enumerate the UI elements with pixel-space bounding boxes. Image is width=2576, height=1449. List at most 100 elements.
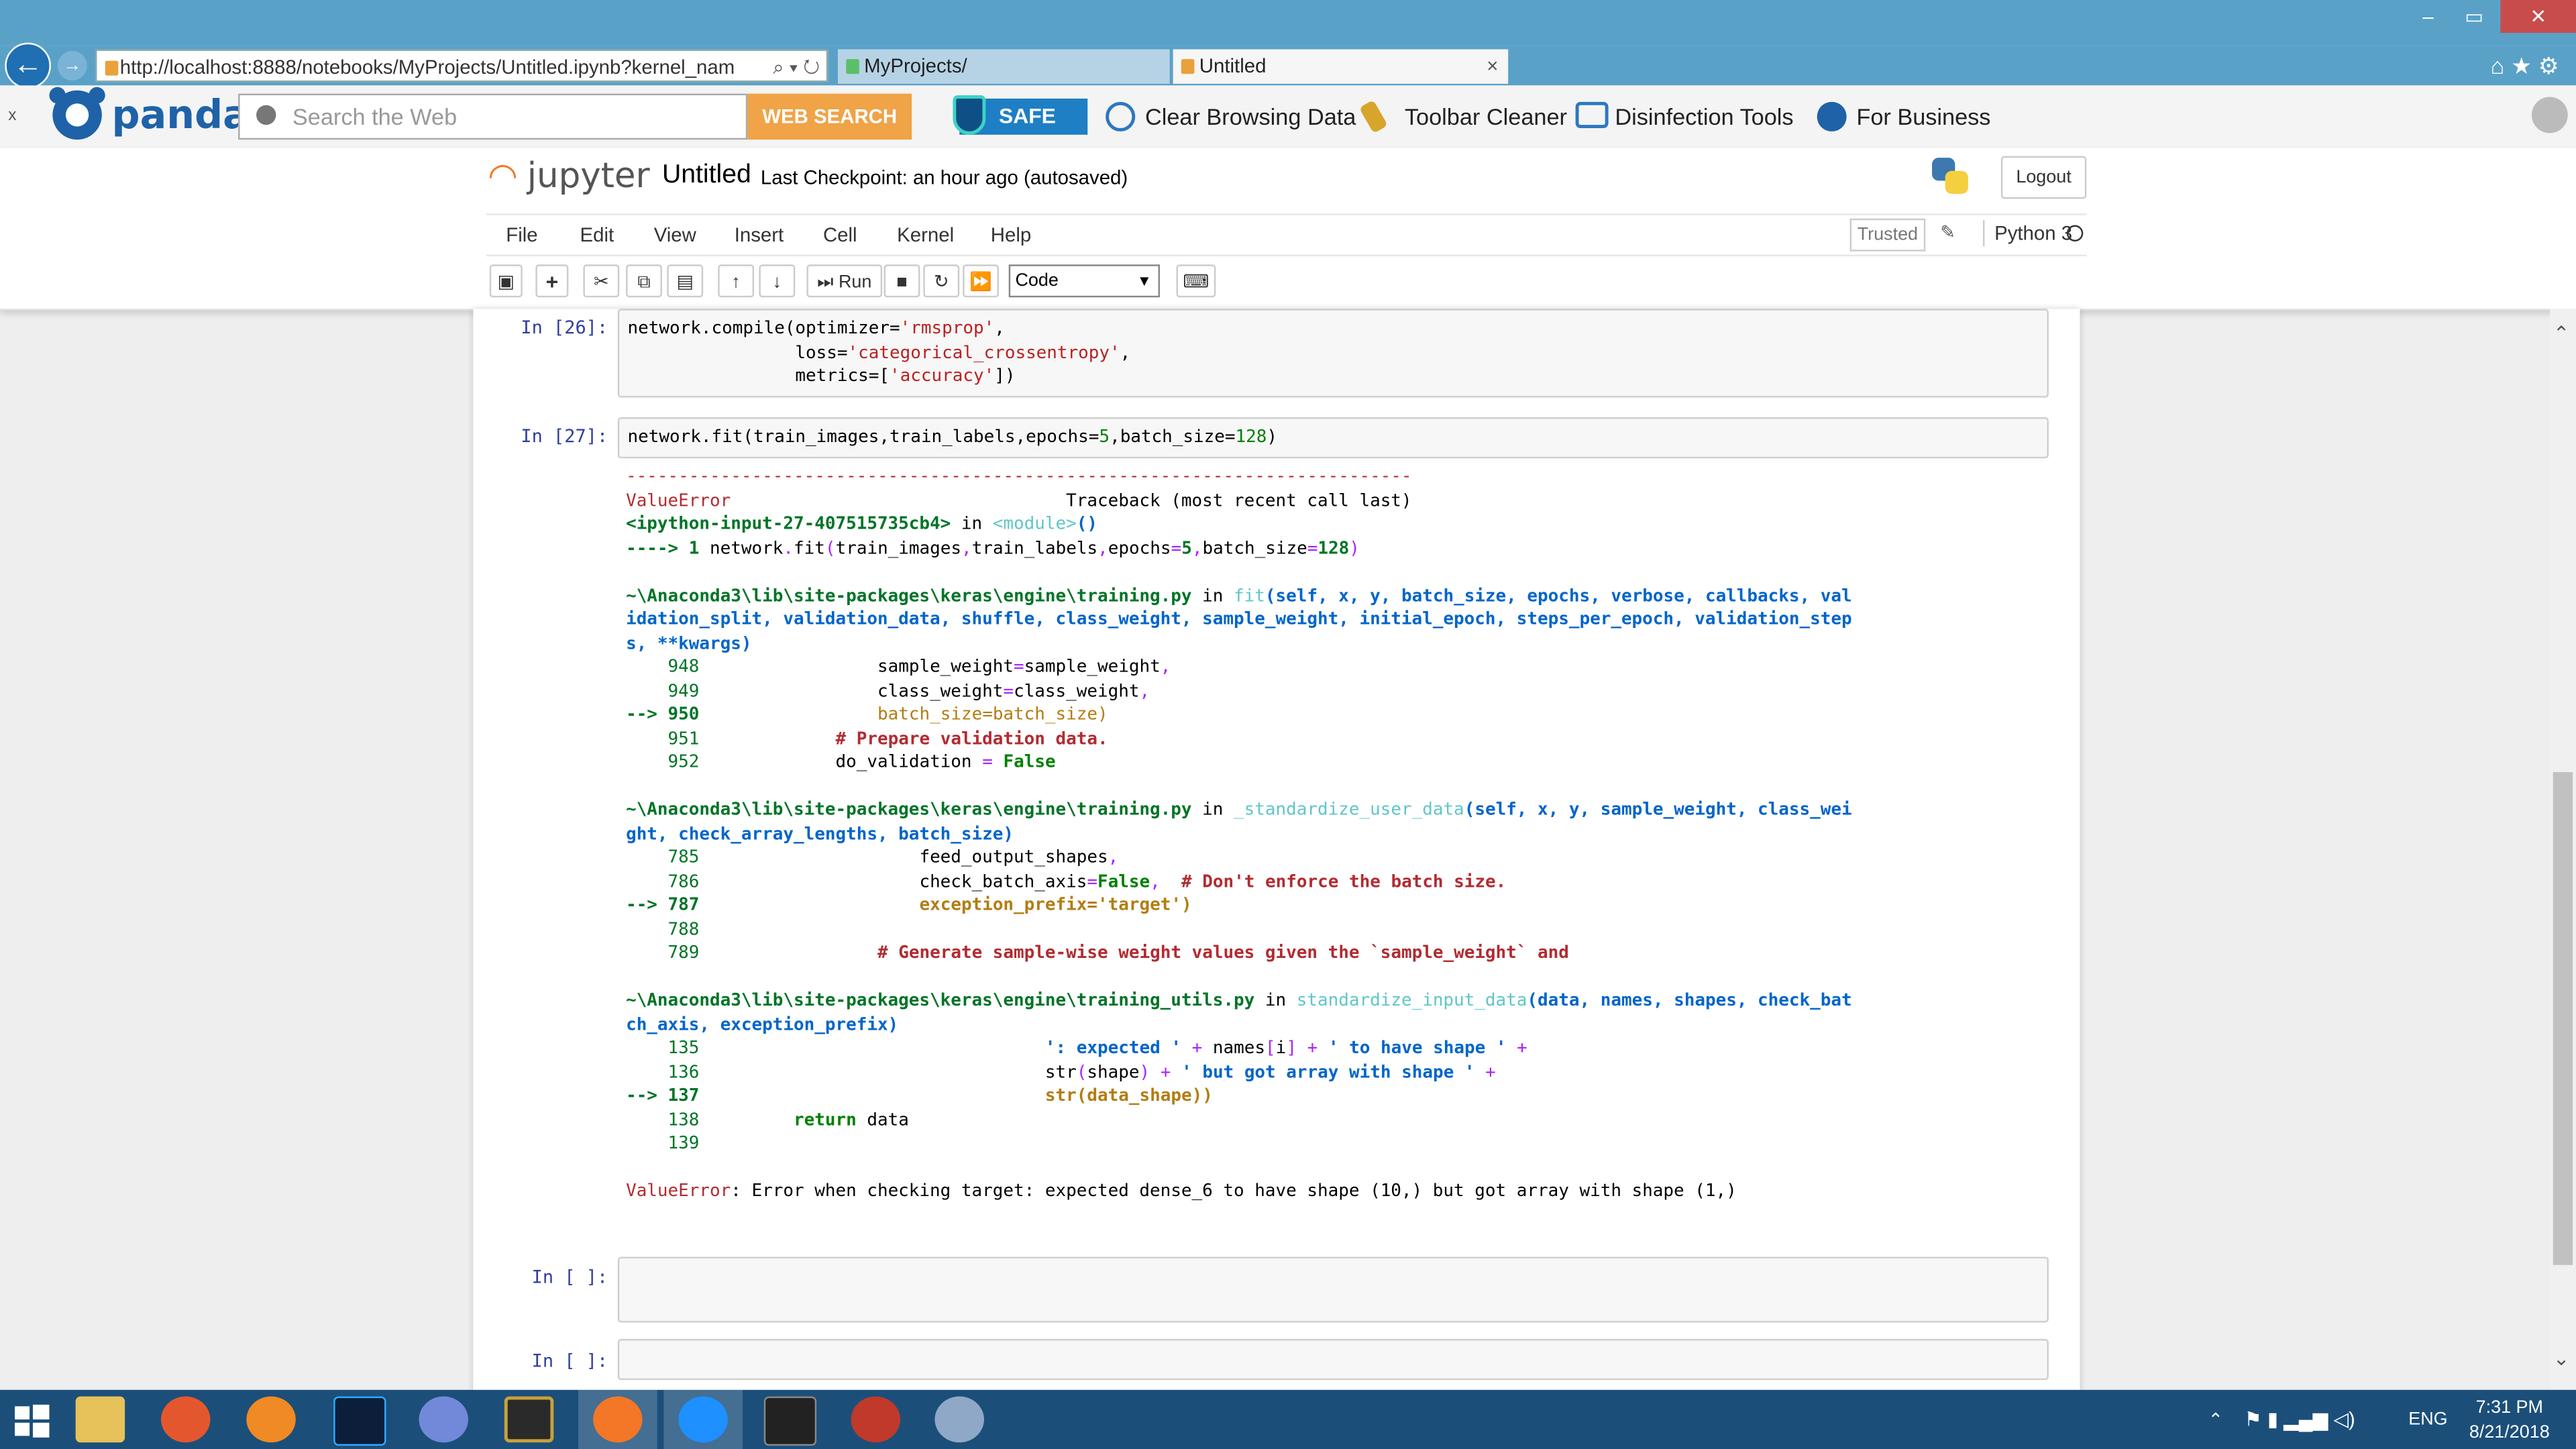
page-favicon-icon <box>105 60 119 76</box>
jupyter-logo[interactable]: ◠ jupyter <box>490 156 650 196</box>
league-icon[interactable] <box>504 1396 554 1443</box>
address-controls[interactable]: ⌕ ▾ ↻ <box>773 51 820 80</box>
tab-label: Untitled <box>1199 54 1267 78</box>
insert-cell-button[interactable]: + <box>535 264 569 298</box>
tab-close-icon[interactable]: × <box>1487 49 1498 83</box>
gear-icon[interactable] <box>2531 97 2568 133</box>
run-label: Run <box>838 272 872 292</box>
toolbar-cleaner-label: Toolbar Cleaner <box>1404 103 1567 130</box>
internet-explorer-icon[interactable] <box>678 1396 728 1443</box>
menu-cell[interactable]: Cell <box>823 215 857 255</box>
cell-type-value: Code <box>1015 271 1059 291</box>
cell-prompt: In [ ]: <box>531 1350 608 1372</box>
menu-help[interactable]: Help <box>991 215 1031 255</box>
tab-favicon-icon <box>1181 59 1195 74</box>
panda-toolbar: x panda Search the Web WEB SEARCH SAFE C… <box>0 85 2576 150</box>
command-prompt-icon[interactable] <box>763 1396 817 1446</box>
toolbar-close-icon[interactable]: x <box>8 107 16 125</box>
menu-kernel[interactable]: Kernel <box>897 215 954 255</box>
empty-code-cell[interactable] <box>617 1256 2049 1323</box>
python-logo-icon <box>1932 158 1968 194</box>
maximize-button[interactable]: ▭ <box>2455 0 2494 33</box>
forward-button[interactable]: → <box>57 50 87 81</box>
disinfection-tools-label: Disinfection Tools <box>1615 103 1794 130</box>
close-window-button[interactable]: ✕ <box>2500 0 2576 33</box>
safe-button[interactable]: SAFE <box>953 95 1088 135</box>
scroll-down-icon[interactable]: ⌄ <box>2553 1347 2570 1370</box>
jupyter-logo-text: jupyter <box>527 156 650 196</box>
clear-browsing-data-button[interactable]: Clear Browsing Data <box>1106 99 1356 135</box>
panda-business-icon <box>1817 101 1847 131</box>
clear-browsing-data-label: Clear Browsing Data <box>1144 103 1356 130</box>
browser-e-icon[interactable] <box>246 1396 296 1443</box>
edit-pencil-icon[interactable]: ✎ <box>1940 222 1955 243</box>
firefox-icon[interactable] <box>161 1396 211 1443</box>
photoshop-icon[interactable] <box>333 1396 386 1446</box>
code-text: network.fit(train_images,train_labels,ep… <box>627 427 1278 447</box>
jupyter-app-icon[interactable] <box>593 1396 643 1443</box>
broom-icon <box>1358 99 1388 134</box>
scroll-up-icon[interactable]: ⌃ <box>2553 322 2570 345</box>
save-button[interactable]: ▣ <box>489 264 523 298</box>
notebook-name[interactable]: Untitled <box>662 161 751 191</box>
safe-label: SAFE <box>998 103 1056 129</box>
for-business-button[interactable]: For Business <box>1817 99 1990 135</box>
windows-logo-icon <box>15 1404 50 1438</box>
restart-run-all-button[interactable]: ⏩ <box>963 264 999 298</box>
spider-app-icon[interactable] <box>851 1396 901 1443</box>
clock-time[interactable]: 7:31 PM <box>2476 1398 2543 1417</box>
cell-prompt: In [26]: <box>521 317 608 339</box>
clock-date[interactable]: 8/21/2018 <box>2469 1423 2550 1442</box>
search-placeholder: Search the Web <box>292 103 458 130</box>
error-traceback-output: ----------------------------------------… <box>626 466 1852 1201</box>
code-cell-27[interactable]: network.fit(train_images,train_labels,ep… <box>617 417 2049 459</box>
interrupt-button[interactable]: ■ <box>883 264 920 298</box>
kernel-idle-icon <box>2066 225 2084 242</box>
copy-button[interactable]: ⧉ <box>626 264 662 298</box>
menu-bar: File Edit View Insert Cell Kernel Help <box>486 213 2087 257</box>
move-up-button[interactable]: ↑ <box>718 264 755 298</box>
disinfection-tools-button[interactable]: Disinfection Tools <box>1575 99 1794 135</box>
discord-icon[interactable] <box>419 1396 468 1443</box>
web-search-input[interactable]: Search the Web <box>238 93 748 140</box>
restart-button[interactable]: ↻ <box>923 264 960 298</box>
tray-icons[interactable]: ⚑ ▮ ▂▄▆ ◁) <box>2244 1408 2355 1431</box>
search-icon <box>256 105 276 125</box>
back-button[interactable]: ← <box>5 42 51 89</box>
home-favorites-settings-icons[interactable]: ⌂★⚙ <box>2491 52 2566 80</box>
history-icon <box>1106 101 1136 131</box>
tray-expand-icon[interactable]: ⌃ <box>2208 1409 2223 1431</box>
menu-view[interactable]: View <box>654 215 696 255</box>
menu-edit[interactable]: Edit <box>580 215 614 255</box>
address-bar[interactable]: http://localhost:8888/notebooks/MyProjec… <box>95 49 828 83</box>
logout-button[interactable]: Logout <box>2000 156 2087 199</box>
kernel-name: Python 3 <box>1982 220 2072 247</box>
tab-untitled[interactable]: Untitled × <box>1173 49 1509 84</box>
command-palette-button[interactable]: ⌨ <box>1176 264 1216 298</box>
cell-type-select[interactable]: Code ▼ <box>1008 264 1160 298</box>
checkpoint-status: Last Checkpoint: an hour ago (autosaved) <box>760 166 1128 189</box>
move-down-button[interactable]: ↓ <box>759 264 796 298</box>
cut-button[interactable]: ✂ <box>583 264 620 298</box>
paste-button[interactable]: ▤ <box>667 264 704 298</box>
file-explorer-icon[interactable] <box>75 1396 125 1443</box>
menu-file[interactable]: File <box>506 215 537 255</box>
language-indicator[interactable]: ENG <box>2408 1409 2447 1429</box>
paint-icon[interactable] <box>934 1396 984 1443</box>
run-button[interactable]: ⏭ Run <box>806 264 883 298</box>
panda-logo[interactable]: panda <box>49 87 250 141</box>
tab-favicon-icon <box>846 59 859 74</box>
minimize-button[interactable]: – <box>2408 0 2448 33</box>
code-cell-26[interactable]: network.compile(optimizer='rmsprop', los… <box>617 309 2049 398</box>
monitor-icon <box>1575 101 1609 129</box>
toolbar-cleaner-button[interactable]: Toolbar Cleaner <box>1358 99 1567 135</box>
trusted-indicator[interactable]: Trusted <box>1849 218 1926 252</box>
start-windows-icon[interactable] <box>10 1397 53 1443</box>
code-text: network.compile(optimizer='rmsprop', los… <box>627 319 1131 386</box>
tab-myprojects[interactable]: MyProjects/ <box>837 49 1170 84</box>
scrollbar-thumb[interactable] <box>2553 772 2573 1265</box>
empty-code-cell[interactable] <box>617 1338 2049 1381</box>
web-search-button[interactable]: WEB SEARCH <box>747 93 912 140</box>
shield-icon <box>953 95 986 135</box>
menu-insert[interactable]: Insert <box>735 215 784 255</box>
